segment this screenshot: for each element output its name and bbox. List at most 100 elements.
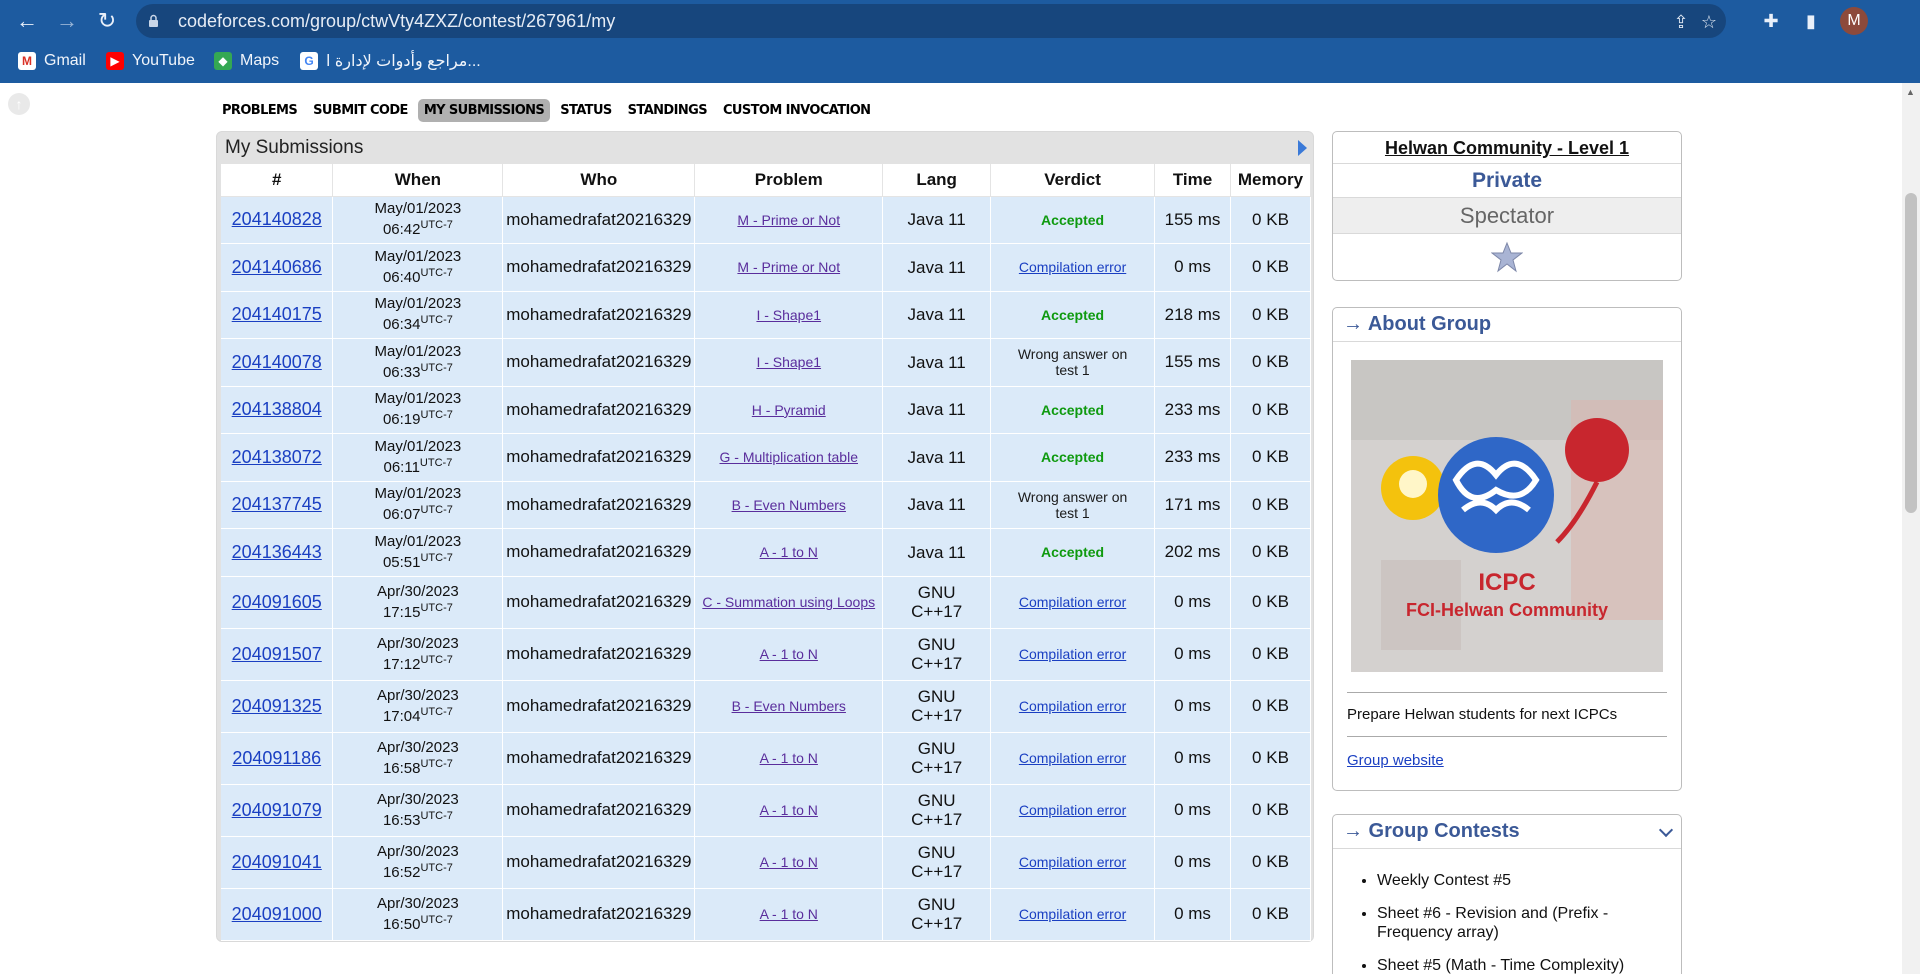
cell-time: 171 ms [1154, 481, 1231, 529]
problem-link[interactable]: A - 1 to N [760, 646, 818, 662]
lang-text: Java 11 [907, 495, 966, 515]
timezone: UTC-7 [420, 601, 453, 614]
star-icon[interactable] [1490, 241, 1524, 273]
scroll-up-arrow-icon[interactable]: ▲ [1906, 87, 1915, 97]
problem-link[interactable]: A - 1 to N [760, 906, 818, 922]
favourite-star[interactable] [1333, 234, 1681, 280]
contest-item[interactable]: Weekly Contest #5 [1377, 871, 1669, 890]
scroll-top-icon[interactable]: ↑ [8, 93, 30, 115]
problem-link[interactable]: I - Shape1 [756, 307, 821, 323]
address-bar[interactable]: codeforces.com/group/ctwVty4ZXZ/contest/… [136, 4, 1726, 38]
problem-link[interactable]: B - Even Numbers [732, 698, 846, 714]
tab-custom-invocation[interactable]: CUSTOM INVOCATION [717, 99, 876, 122]
tab-problems[interactable]: PROBLEMS [216, 99, 303, 122]
timezone: UTC-7 [420, 551, 453, 564]
verdict-compilation-error-link[interactable]: Compilation error [1019, 594, 1126, 610]
avatar[interactable]: M [1840, 7, 1868, 35]
cell-time: 0 ms [1154, 888, 1231, 941]
bookmark-maps[interactable]: ◆ Maps [214, 50, 279, 72]
tab-submit-code[interactable]: SUBMIT CODE [307, 99, 414, 122]
forward-icon[interactable]: → [52, 6, 82, 36]
contest-item[interactable]: Sheet #6 - Revision and (Prefix - Freque… [1377, 904, 1669, 942]
submission-id-link[interactable]: 204091000 [232, 904, 322, 924]
user-handle[interactable]: mohamedrafat20216329 [506, 542, 691, 561]
user-handle[interactable]: mohamedrafat20216329 [506, 447, 691, 466]
reload-icon[interactable]: ↻ [92, 6, 122, 36]
timezone: UTC-7 [420, 653, 453, 666]
tab-my-submissions[interactable]: MY SUBMISSIONS [417, 99, 551, 122]
memory-used: 0 KB [1252, 447, 1289, 467]
submission-id-link[interactable]: 204140078 [232, 352, 322, 372]
verdict-compilation-error-link[interactable]: Compilation error [1019, 259, 1126, 275]
bookmark-gmail[interactable]: M Gmail [18, 50, 86, 72]
user-handle[interactable]: mohamedrafat20216329 [506, 210, 691, 229]
submission-id-link[interactable]: 204140686 [232, 257, 322, 277]
verdict-compilation-error-link[interactable]: Compilation error [1019, 906, 1126, 922]
problem-link[interactable]: B - Even Numbers [732, 497, 846, 513]
problem-link[interactable]: A - 1 to N [760, 750, 818, 766]
user-handle[interactable]: mohamedrafat20216329 [506, 904, 691, 923]
user-handle[interactable]: mohamedrafat20216329 [506, 400, 691, 419]
back-icon[interactable]: ← [12, 6, 42, 36]
submission-id-link[interactable]: 204091079 [232, 800, 322, 820]
user-handle[interactable]: mohamedrafat20216329 [506, 800, 691, 819]
tab-status[interactable]: STATUS [554, 99, 617, 122]
submission-id-link[interactable]: 204138072 [232, 447, 322, 467]
bookmark-youtube[interactable]: ▶ YouTube [106, 50, 195, 72]
page-scrollbar[interactable]: ▲ [1902, 83, 1920, 974]
url-text[interactable]: codeforces.com/group/ctwVty4ZXZ/contest/… [178, 11, 615, 32]
user-handle[interactable]: mohamedrafat20216329 [506, 748, 691, 767]
submission-id-link[interactable]: 204137745 [232, 494, 322, 514]
verdict-compilation-error-link[interactable]: Compilation error [1019, 646, 1126, 662]
user-handle[interactable]: mohamedrafat20216329 [506, 696, 691, 715]
user-handle[interactable]: mohamedrafat20216329 [506, 644, 691, 663]
bookmark-arabic[interactable]: G مراجع وأدوات لإدارة ا... [300, 50, 481, 72]
youtube-icon: ▶ [106, 52, 124, 70]
user-handle[interactable]: mohamedrafat20216329 [506, 495, 691, 514]
contest-item[interactable]: Sheet #5 (Math - Time Complexity) [1377, 956, 1669, 974]
bookmark-star-icon[interactable]: ☆ [1698, 11, 1720, 33]
verdict-compilation-error-link[interactable]: Compilation error [1019, 750, 1126, 766]
problem-link[interactable]: M - Prime or Not [737, 212, 840, 228]
user-handle[interactable]: mohamedrafat20216329 [506, 305, 691, 324]
share-icon[interactable]: ⇪ [1670, 11, 1692, 33]
user-handle[interactable]: mohamedrafat20216329 [506, 852, 691, 871]
submission-id-link[interactable]: 204091507 [232, 644, 322, 664]
cell-memory: 0 KB [1230, 576, 1312, 629]
problem-link[interactable]: I - Shape1 [756, 354, 821, 370]
verdict-compilation-error-link[interactable]: Compilation error [1019, 802, 1126, 818]
submission-date: Apr/30/2023 [377, 634, 459, 652]
extensions-icon[interactable]: ✚ [1758, 8, 1784, 34]
submission-id-link[interactable]: 204091186 [232, 748, 321, 768]
submission-time: 06:11 [383, 458, 420, 476]
submission-id-link[interactable]: 204091605 [232, 592, 322, 612]
lang-text: Java 11 [907, 210, 966, 230]
problem-link[interactable]: A - 1 to N [760, 802, 818, 818]
problem-link[interactable]: M - Prime or Not [737, 259, 840, 275]
submission-id-link[interactable]: 204140828 [232, 209, 322, 229]
user-handle[interactable]: mohamedrafat20216329 [506, 257, 691, 276]
user-handle[interactable]: mohamedrafat20216329 [506, 352, 691, 371]
problem-link[interactable]: G - Multiplication table [719, 449, 858, 465]
submission-id-link[interactable]: 204140175 [232, 304, 322, 324]
panel-toggle-icon[interactable] [1298, 140, 1307, 156]
problem-link[interactable]: A - 1 to N [760, 544, 818, 560]
tab-standings[interactable]: STANDINGS [622, 99, 713, 122]
problem-link[interactable]: C - Summation using Loops [702, 594, 875, 610]
submission-id-link[interactable]: 204091041 [232, 852, 322, 872]
user-handle[interactable]: mohamedrafat20216329 [506, 592, 691, 611]
verdict-compilation-error-link[interactable]: Compilation error [1019, 854, 1126, 870]
cell-who: mohamedrafat20216329 [502, 481, 696, 529]
side-panel-icon[interactable]: ▮ [1798, 8, 1824, 34]
verdict-compilation-error-link[interactable]: Compilation error [1019, 698, 1126, 714]
submission-id-link[interactable]: 204136443 [232, 542, 322, 562]
divider [1347, 692, 1667, 693]
scrollbar-thumb[interactable] [1905, 193, 1917, 513]
submission-id-link[interactable]: 204091325 [232, 696, 322, 716]
group-website-link[interactable]: Group website [1347, 752, 1444, 769]
problem-link[interactable]: A - 1 to N [760, 854, 818, 870]
group-name-link[interactable]: Helwan Community - Level 1 [1333, 132, 1681, 164]
cell-verdict: Compilation error [990, 888, 1156, 941]
submission-id-link[interactable]: 204138804 [232, 399, 322, 419]
problem-link[interactable]: H - Pyramid [752, 402, 826, 418]
